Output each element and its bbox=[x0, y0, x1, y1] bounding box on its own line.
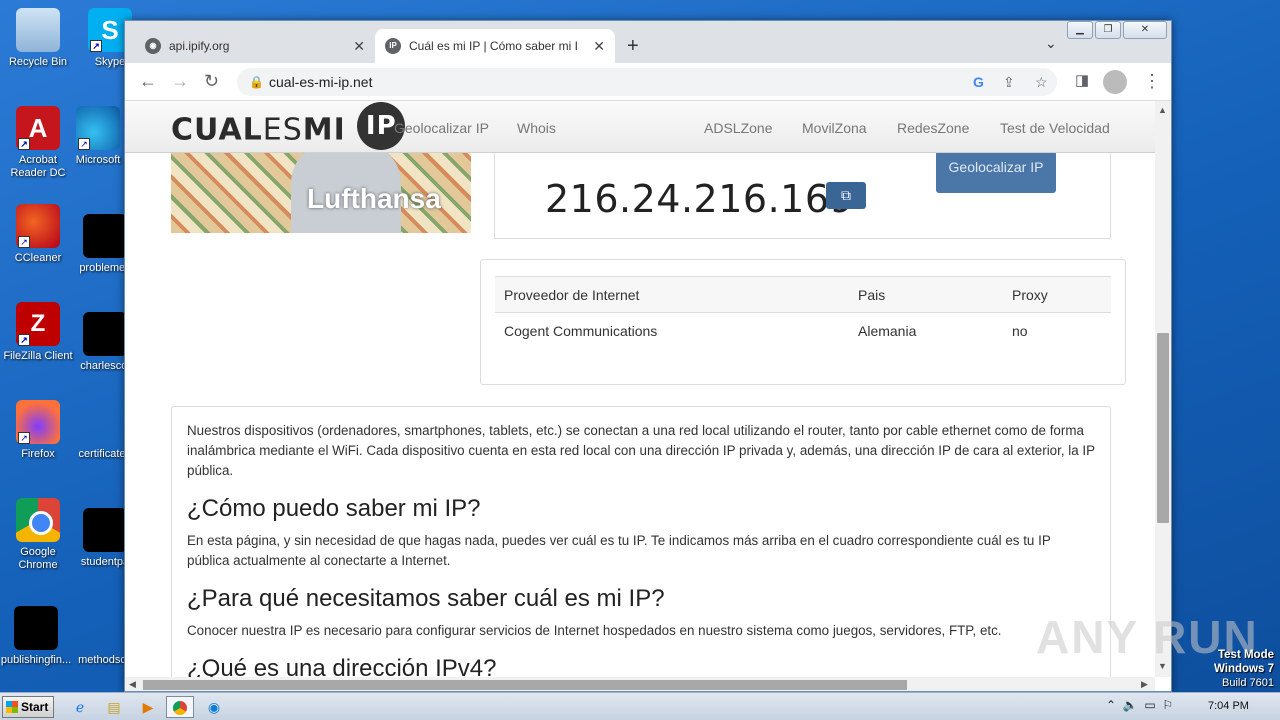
start-button[interactable]: Start bbox=[2, 696, 54, 718]
ie-icon[interactable]: ℯ bbox=[66, 696, 94, 718]
file-icon bbox=[80, 606, 124, 650]
site-logo[interactable]: CUALESMI IP bbox=[171, 102, 406, 150]
copy-icon[interactable]: ⧉ bbox=[826, 182, 866, 209]
address-bar[interactable]: 🔒 cual-es-mi-ip.net G ⇪ ☆ bbox=[237, 68, 1057, 96]
ip-info-table: Proveedor de Internet Pais Proxy Cogent … bbox=[495, 276, 1111, 349]
nav-test-velocidad[interactable]: Test de Velocidad bbox=[1000, 120, 1110, 136]
system-tray[interactable]: ⌃ 🔈 ▭ ⚐ bbox=[1106, 698, 1173, 712]
taskbar: Start ℯ ▤ ▶ ◉ ⌃ 🔈 ▭ ⚐ 7:04 PM bbox=[0, 692, 1280, 720]
chrome-taskbar-icon[interactable] bbox=[166, 696, 194, 718]
ip-icon: IP bbox=[385, 38, 401, 54]
desktop-icon-recycle-bin[interactable]: Recycle Bin bbox=[0, 8, 76, 69]
desktop-icon-filezilla[interactable]: Z ↗ FileZilla Client bbox=[0, 302, 76, 363]
advertisement[interactable]: Lufthansa bbox=[171, 153, 471, 233]
file-icon bbox=[83, 312, 127, 356]
tab-strip: ◉ api.ipify.org ✕ IP Cuál es mi IP | Cóm… bbox=[125, 21, 1171, 63]
minimize-icon[interactable]: ▁ bbox=[1067, 21, 1093, 39]
nav-redeszone[interactable]: RedesZone bbox=[897, 120, 969, 136]
nav-geolocalizar[interactable]: Geolocalizar IP bbox=[394, 120, 489, 136]
site-navbar: CUALESMI IP Geolocalizar IP Whois ADSLZo… bbox=[125, 101, 1155, 153]
tab-search-icon[interactable]: ⌄ bbox=[1045, 35, 1057, 52]
menu-icon[interactable]: ⋮ bbox=[1143, 71, 1161, 91]
nav-adslzone[interactable]: ADSLZone bbox=[704, 120, 772, 136]
scroll-up-icon[interactable]: ▲ bbox=[1158, 105, 1167, 115]
new-tab-icon[interactable]: + bbox=[627, 35, 639, 58]
firefox-icon: ↗ bbox=[16, 400, 60, 444]
chrome-icon bbox=[16, 498, 60, 542]
back-icon[interactable]: ← bbox=[139, 71, 157, 91]
table-row: Cogent Communications Alemania no bbox=[504, 322, 1028, 339]
explorer-icon[interactable]: ▤ bbox=[100, 696, 128, 718]
scroll-right-icon[interactable]: ▶ bbox=[1141, 679, 1148, 690]
vertical-scrollbar[interactable]: ▲ ▼ bbox=[1155, 101, 1171, 677]
ip-panel: 216.24.216.169 ⧉ Geolocalizar IP bbox=[494, 141, 1111, 239]
page-viewport: CUALESMI IP Geolocalizar IP Whois ADSLZo… bbox=[125, 101, 1155, 677]
ccleaner-icon: ↗ bbox=[16, 204, 60, 248]
acrobat-icon: A ↗ bbox=[16, 106, 60, 150]
media-player-icon[interactable]: ▶ bbox=[134, 696, 162, 718]
side-panel-icon[interactable]: ◨ bbox=[1075, 71, 1089, 91]
file-icon bbox=[83, 508, 127, 552]
test-mode-notice: Test Mode Windows 7 Build 7601 bbox=[1214, 649, 1274, 689]
lock-icon: 🔒 bbox=[249, 75, 264, 89]
nav-movilzona[interactable]: MovilZona bbox=[802, 120, 867, 136]
scroll-thumb[interactable] bbox=[143, 680, 907, 690]
globe-icon: ◉ bbox=[145, 38, 161, 54]
tab-cual-es-mi-ip[interactable]: IP Cuál es mi IP | Cómo saber mi IP públ… bbox=[375, 29, 615, 63]
desktop-icon-chrome[interactable]: Google Chrome bbox=[0, 498, 76, 572]
browser-window: ◉ api.ipify.org ✕ IP Cuál es mi IP | Cóm… bbox=[124, 20, 1172, 692]
google-icon[interactable]: G bbox=[973, 68, 984, 96]
close-tab-icon[interactable]: ✕ bbox=[353, 38, 365, 55]
maximize-icon[interactable]: ❐ bbox=[1095, 21, 1121, 39]
desktop-icon-ccleaner[interactable]: ↗ CCleaner bbox=[0, 204, 76, 265]
close-tab-icon[interactable]: ✕ bbox=[593, 38, 605, 55]
tab-ipify[interactable]: ◉ api.ipify.org ✕ bbox=[135, 29, 375, 63]
file-icon bbox=[14, 606, 58, 650]
filezilla-icon: Z ↗ bbox=[16, 302, 60, 346]
edge-taskbar-icon[interactable]: ◉ bbox=[200, 696, 228, 718]
edge-icon: ↗ bbox=[76, 106, 120, 150]
clock[interactable]: 7:04 PM bbox=[1208, 700, 1249, 712]
ip-address: 216.24.216.169 bbox=[545, 177, 855, 221]
file-icon bbox=[80, 400, 124, 444]
recycle-bin-icon bbox=[16, 8, 60, 52]
geolocate-button[interactable]: Geolocalizar IP bbox=[936, 151, 1056, 193]
reload-icon[interactable]: ↻ bbox=[204, 71, 219, 91]
ip-info-panel: Proveedor de Internet Pais Proxy Cogent … bbox=[480, 259, 1126, 385]
close-window-icon[interactable]: ✕ bbox=[1123, 21, 1167, 39]
window-controls: ▁ ❐ ✕ bbox=[1067, 21, 1167, 39]
horizontal-scrollbar[interactable]: ◀ ▶ bbox=[125, 677, 1155, 691]
browser-toolbar: ← → ↻ 🔒 cual-es-mi-ip.net G ⇪ ☆ ◨ ⋮ bbox=[125, 63, 1171, 101]
share-icon[interactable]: ⇪ bbox=[1003, 68, 1015, 96]
desktop-icon-publishing[interactable]: publishingfin... bbox=[0, 606, 74, 667]
scroll-thumb[interactable] bbox=[1157, 333, 1169, 523]
scroll-left-icon[interactable]: ◀ bbox=[129, 679, 136, 690]
bookmark-star-icon[interactable]: ☆ bbox=[1035, 68, 1048, 96]
file-icon bbox=[83, 214, 127, 258]
profile-avatar[interactable] bbox=[1103, 70, 1127, 94]
forward-icon[interactable]: → bbox=[171, 71, 189, 91]
nav-whois[interactable]: Whois bbox=[517, 120, 556, 136]
article: Nuestros dispositivos (ordenadores, smar… bbox=[171, 406, 1111, 677]
